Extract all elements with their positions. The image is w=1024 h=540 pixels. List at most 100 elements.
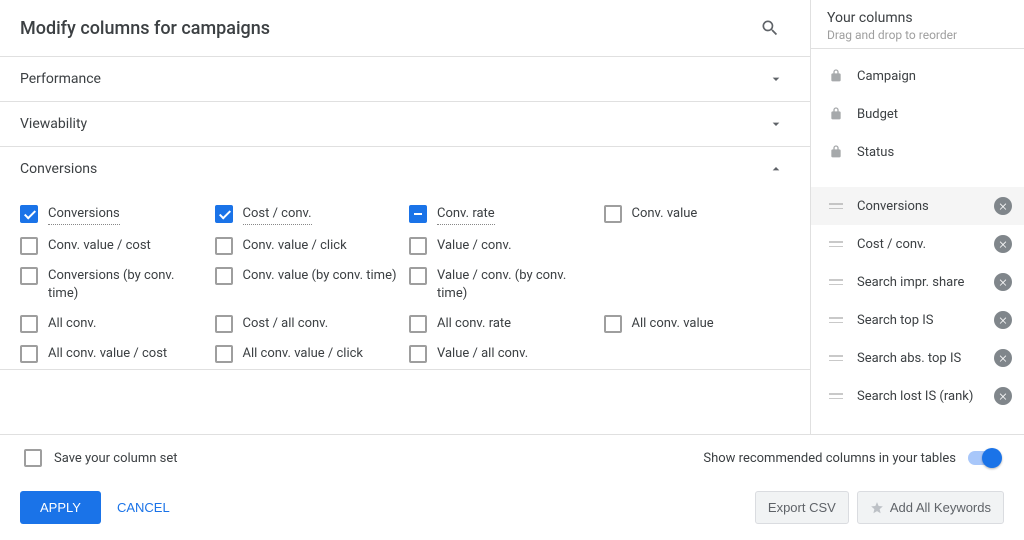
drag-handle-icon[interactable] <box>827 349 845 367</box>
option-label[interactable]: Cost / all conv. <box>243 315 329 333</box>
column-option: Value / all conv. <box>409 345 596 363</box>
option-checkbox[interactable] <box>215 237 233 255</box>
option-label[interactable]: All conv. <box>48 315 96 333</box>
draggable-column-item[interactable]: Search lost IS (rank) <box>811 377 1024 415</box>
column-option: All conv. value / click <box>215 345 402 363</box>
option-checkbox[interactable] <box>20 315 38 333</box>
add-all-keywords-button[interactable]: Add All Keywords <box>857 491 1004 524</box>
column-option <box>604 237 791 255</box>
option-label[interactable]: All conv. value / cost <box>48 345 167 363</box>
draggable-column-item[interactable]: Cost / conv. <box>811 225 1024 263</box>
option-checkbox[interactable] <box>409 315 427 333</box>
column-option: Conv. value / cost <box>20 237 207 255</box>
option-checkbox[interactable] <box>409 205 427 223</box>
option-label[interactable]: Conv. value / cost <box>48 237 151 255</box>
remove-column-button[interactable] <box>994 235 1012 253</box>
your-columns-title: Your columns <box>827 10 1008 26</box>
show-recommended-toggle[interactable] <box>968 451 1000 465</box>
remove-column-button[interactable] <box>994 349 1012 367</box>
draggable-column-item[interactable]: Search top IS <box>811 301 1024 339</box>
column-option: Conversions (by conv. time) <box>20 267 207 303</box>
section-performance[interactable]: Performance <box>0 57 810 102</box>
options-grid: Conversions Cost / conv. Conv. rate Conv. v… <box>0 191 810 370</box>
section-conversions[interactable]: Conversions <box>0 147 810 191</box>
column-label: Search abs. top IS <box>857 351 982 366</box>
remove-column-button[interactable] <box>994 311 1012 329</box>
star-icon <box>870 501 884 515</box>
option-label[interactable]: All conv. rate <box>437 315 511 333</box>
your-columns-subtitle: Drag and drop to reorder <box>827 28 1008 42</box>
drag-handle-icon[interactable] <box>827 387 845 405</box>
option-checkbox[interactable] <box>215 267 233 285</box>
cancel-button[interactable]: CANCEL <box>117 500 170 515</box>
sections-scroll[interactable]: Performance Viewability Conversions Conv… <box>0 57 810 434</box>
option-label[interactable]: Conversions <box>48 205 120 225</box>
drag-handle-icon[interactable] <box>827 197 845 215</box>
column-option: Value / conv. (by conv. time) <box>409 267 596 303</box>
column-label: Status <box>857 145 1012 160</box>
option-checkbox[interactable] <box>20 345 38 363</box>
your-columns-panel: Your columns Drag and drop to reorder Ca… <box>810 0 1024 434</box>
save-column-set-label: Save your column set <box>54 451 178 466</box>
option-label[interactable]: Value / all conv. <box>437 345 528 363</box>
chevron-down-icon <box>766 69 786 89</box>
option-checkbox[interactable] <box>20 267 38 285</box>
save-column-set[interactable]: Save your column set <box>24 449 178 467</box>
option-checkbox[interactable] <box>604 205 622 223</box>
section-viewability[interactable]: Viewability <box>0 102 810 147</box>
show-recommended-row: Show recommended columns in your tables <box>703 451 1000 466</box>
draggable-column-item[interactable]: Search abs. top IS <box>811 339 1024 377</box>
apply-button[interactable]: APPLY <box>20 491 101 524</box>
option-label[interactable]: Conv. value <box>632 205 698 223</box>
option-checkbox[interactable] <box>215 345 233 363</box>
option-checkbox[interactable] <box>20 237 38 255</box>
export-csv-button[interactable]: Export CSV <box>755 491 849 524</box>
column-option: Conv. value (by conv. time) <box>215 267 402 303</box>
show-recommended-label: Show recommended columns in your tables <box>703 451 956 466</box>
option-label[interactable]: Value / conv. (by conv. time) <box>437 267 596 303</box>
drag-handle-icon[interactable] <box>827 235 845 253</box>
remove-column-button[interactable] <box>994 387 1012 405</box>
lock-icon <box>827 67 845 85</box>
dialog-title: Modify columns for campaigns <box>20 18 270 39</box>
column-label: Cost / conv. <box>857 237 982 252</box>
option-label[interactable]: Conv. rate <box>437 205 495 225</box>
remove-column-button[interactable] <box>994 197 1012 215</box>
column-option: All conv. rate <box>409 315 596 333</box>
draggable-column-item[interactable]: Conversions <box>811 187 1024 225</box>
option-checkbox[interactable] <box>604 315 622 333</box>
column-option: All conv. <box>20 315 207 333</box>
save-column-set-checkbox[interactable] <box>24 449 42 467</box>
column-option: All conv. value / cost <box>20 345 207 363</box>
dialog-header: Modify columns for campaigns <box>0 0 810 57</box>
section-label: Viewability <box>20 116 87 132</box>
column-option <box>604 267 791 303</box>
column-option: Conversions <box>20 205 207 225</box>
drag-handle-icon[interactable] <box>827 273 845 291</box>
column-label: Campaign <box>857 69 1012 84</box>
chevron-up-icon <box>766 159 786 179</box>
option-checkbox[interactable] <box>409 237 427 255</box>
search-icon <box>760 18 780 38</box>
remove-column-button[interactable] <box>994 273 1012 291</box>
option-label[interactable]: Conv. value / click <box>243 237 347 255</box>
draggable-column-item[interactable]: Search impr. share <box>811 263 1024 301</box>
option-checkbox[interactable] <box>409 345 427 363</box>
option-checkbox[interactable] <box>215 205 233 223</box>
option-label[interactable]: Conversions (by conv. time) <box>48 267 207 303</box>
option-checkbox[interactable] <box>409 267 427 285</box>
option-checkbox[interactable] <box>20 205 38 223</box>
option-label[interactable]: Value / conv. <box>437 237 512 255</box>
option-label[interactable]: All conv. value / click <box>243 345 364 363</box>
dialog-footer: Save your column set Show recommended co… <box>0 434 1024 540</box>
column-label: Budget <box>857 107 1012 122</box>
lock-icon <box>827 143 845 161</box>
option-label[interactable]: All conv. value <box>632 315 714 333</box>
search-button[interactable] <box>754 12 786 44</box>
option-label[interactable]: Cost / conv. <box>243 205 312 225</box>
drag-handle-icon[interactable] <box>827 311 845 329</box>
locked-column-item: Campaign <box>811 57 1024 95</box>
option-checkbox[interactable] <box>215 315 233 333</box>
option-label[interactable]: Conv. value (by conv. time) <box>243 267 397 285</box>
column-option: Conv. value / click <box>215 237 402 255</box>
